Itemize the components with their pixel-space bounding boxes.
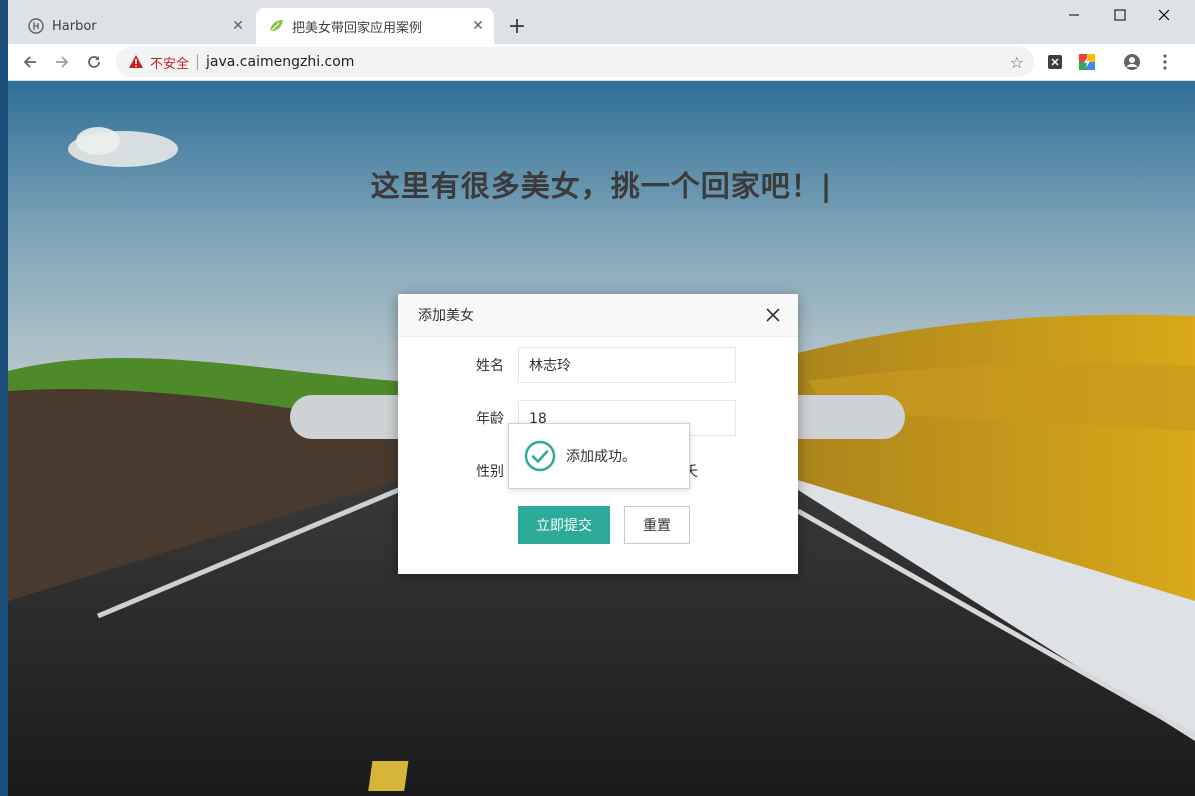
divider [197, 54, 199, 70]
window-close-icon[interactable] [1141, 0, 1187, 30]
warning-icon[interactable] [128, 54, 144, 70]
name-input[interactable]: 林志玲 [518, 347, 736, 383]
leaf-icon [268, 18, 284, 34]
profile-icon[interactable] [1122, 52, 1142, 72]
back-icon[interactable] [16, 48, 44, 76]
address-bar[interactable]: 不安全 java.caimengzhi.com ☆ [116, 47, 1034, 77]
minimize-icon[interactable] [1051, 0, 1097, 30]
extension-x-icon[interactable] [1045, 52, 1065, 72]
check-circle-icon [524, 440, 556, 472]
close-tab-icon[interactable]: ✕ [468, 16, 488, 36]
tab-strip: Harbor ✕ 把美女带回家应用案例 ✕ + [8, 0, 1195, 44]
new-tab-button[interactable]: + [506, 12, 528, 40]
close-icon[interactable] [762, 304, 784, 326]
tab-title: 把美女带回家应用案例 [292, 20, 423, 36]
form-row-name: 姓名 林志玲 [398, 347, 798, 385]
url-text[interactable]: java.caimengzhi.com [206, 54, 354, 70]
extension-color-icon[interactable] [1077, 52, 1097, 72]
submit-button[interactable]: 立即提交 [518, 506, 610, 544]
toast-message: 添加成功。 [566, 449, 636, 465]
dialog-title: 添加美女 [418, 308, 474, 324]
browser-toolbar: 不安全 java.caimengzhi.com ☆ [8, 44, 1195, 81]
reset-button[interactable]: 重置 [624, 506, 690, 544]
name-label: 姓名 [476, 358, 504, 374]
reload-icon[interactable] [80, 48, 108, 76]
desktop-background [0, 0, 8, 796]
tab-title: Harbor [52, 18, 97, 34]
dialog-header: 添加美女 [398, 294, 798, 337]
harbor-logo-icon [28, 18, 44, 34]
page-content: 这里有很多美女，挑一个回家吧！| 添加美女 姓名 林志玲 年龄 18 性别 夭 … [8, 81, 1195, 796]
age-label: 年龄 [476, 411, 504, 427]
success-toast: 添加成功。 [508, 423, 690, 489]
page-headline: 这里有很多美女，挑一个回家吧！| [370, 169, 833, 203]
close-tab-icon[interactable]: ✕ [228, 16, 248, 36]
menu-dots-icon[interactable] [1155, 52, 1175, 72]
browser-window: Harbor ✕ 把美女带回家应用案例 ✕ + 不安全 java.caimeng… [8, 0, 1195, 796]
tab-active[interactable]: 把美女带回家应用案例 ✕ [256, 8, 494, 44]
tab-harbor[interactable]: Harbor ✕ [16, 8, 254, 44]
forward-icon[interactable] [48, 48, 76, 76]
bookmark-star-icon[interactable]: ☆ [1010, 53, 1024, 72]
gender-label: 性别 [476, 464, 504, 480]
maximize-icon[interactable] [1097, 0, 1143, 30]
insecure-label[interactable]: 不安全 [150, 53, 189, 72]
